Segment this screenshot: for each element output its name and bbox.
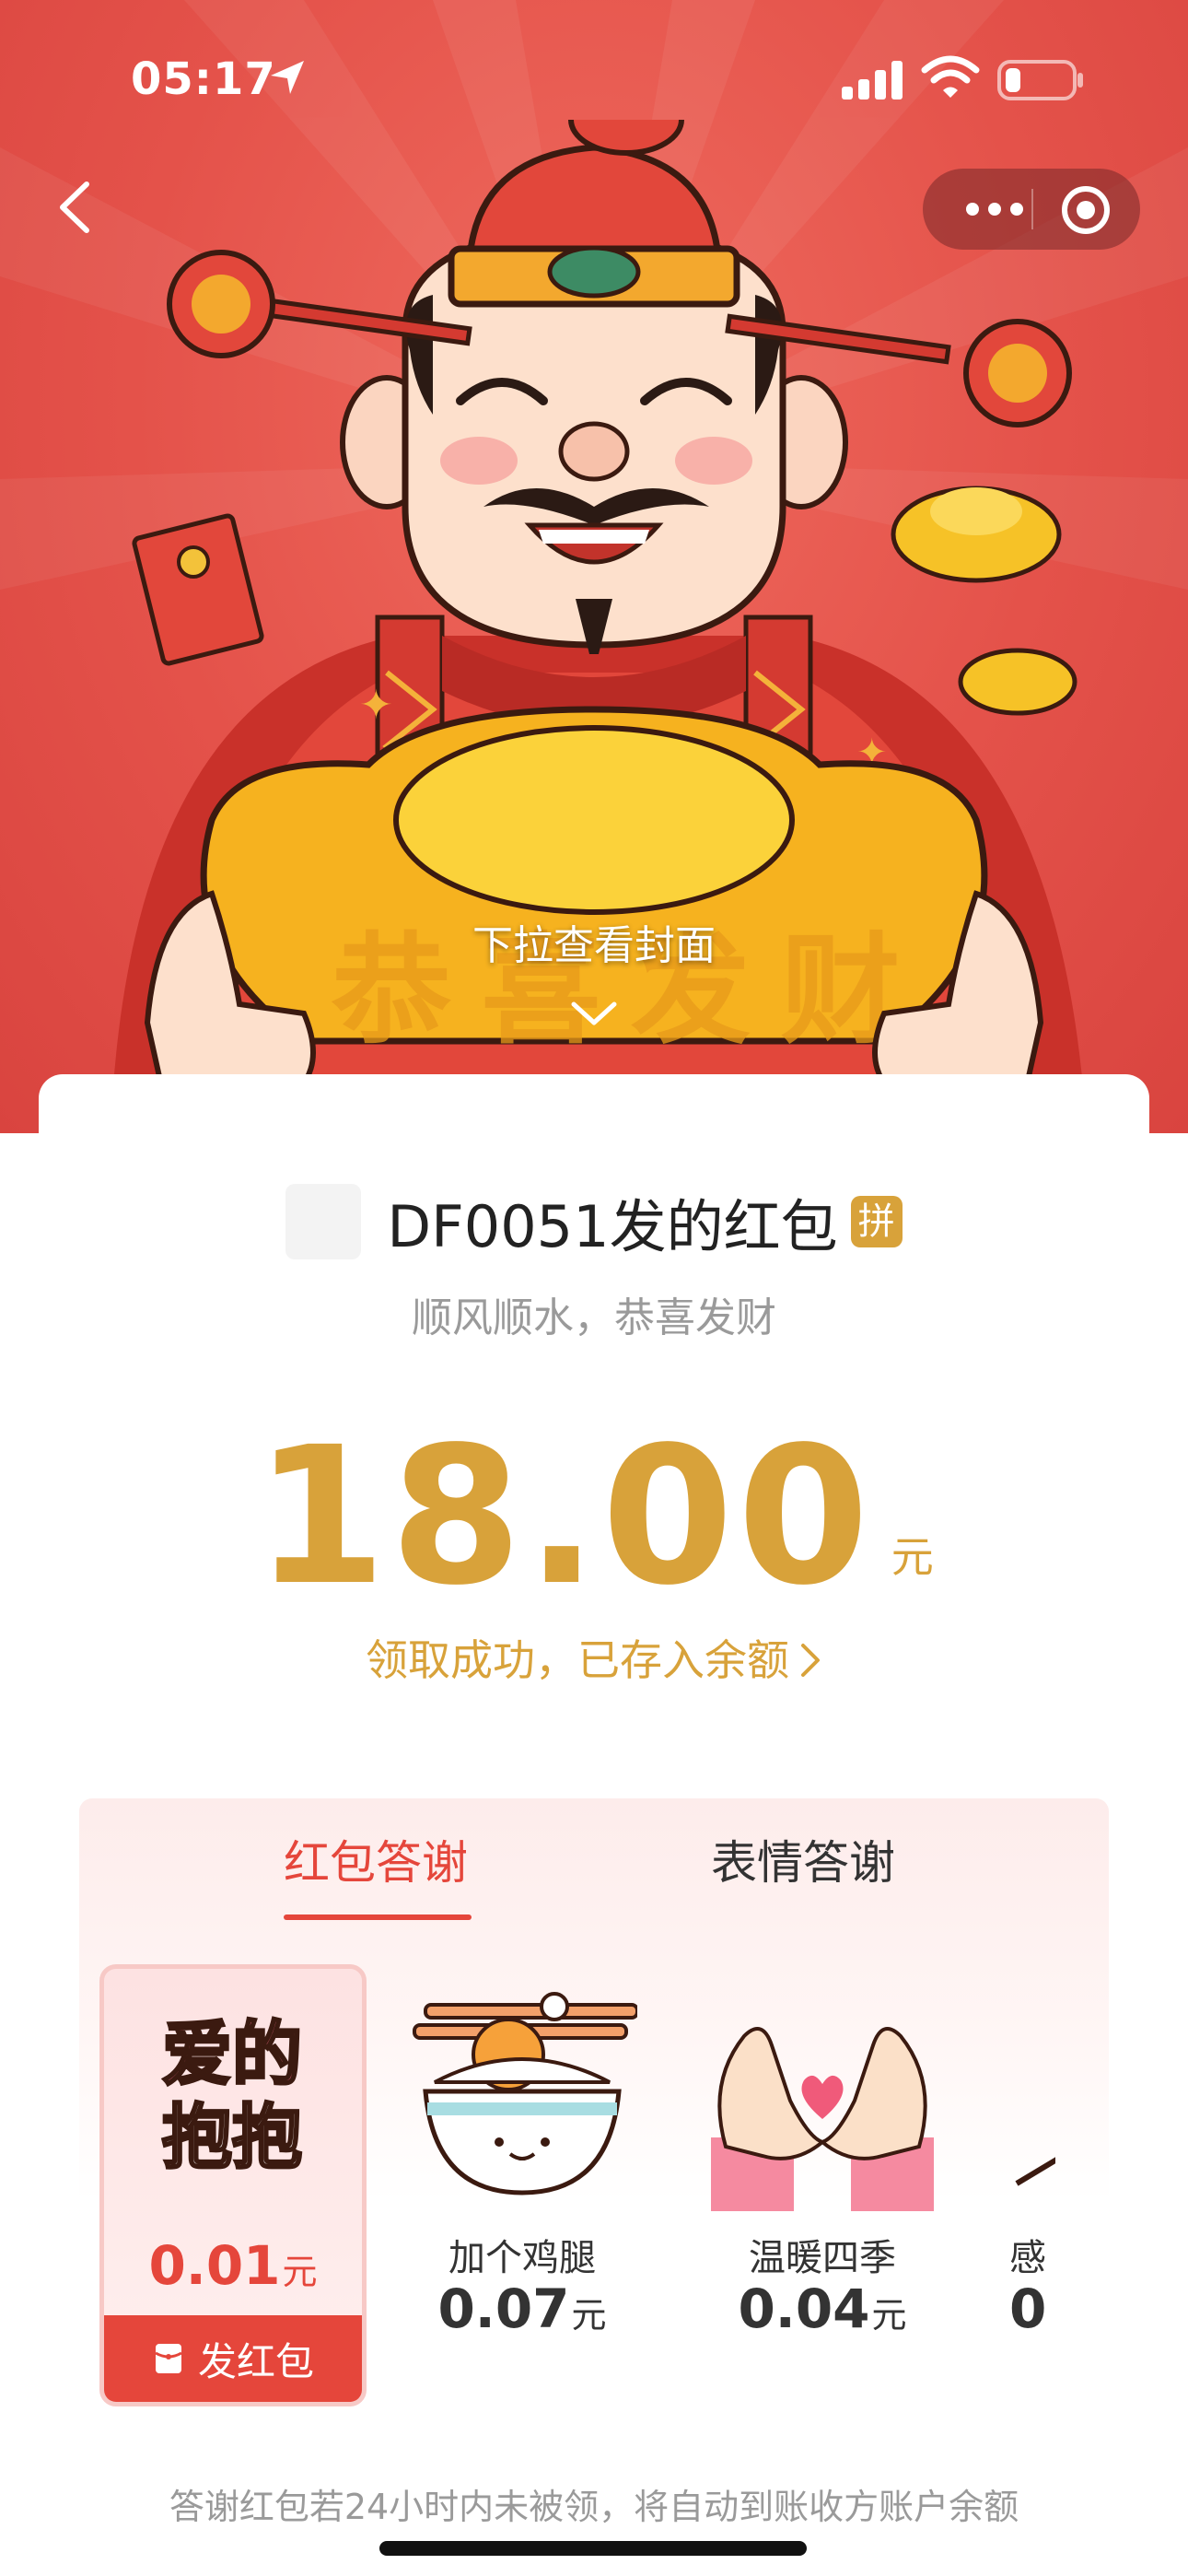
gift-price: 0.07元 — [389, 2277, 656, 2340]
location-arrow-icon — [271, 61, 304, 94]
gift-price: 0.04元 — [689, 2277, 956, 2340]
gift-item-warm-seasons[interactable]: 温暖四季 0.04元 — [689, 1964, 956, 2406]
red-packet-icon — [155, 2344, 182, 2373]
gift-name: 温暖四季 — [749, 2237, 896, 2279]
gift-price-value: 0.01 — [148, 2234, 281, 2297]
red-packet-detail-card: DF0051发的红包 拼 顺风顺水，恭喜发财 18.00 元 领取成功，已存入余… — [39, 1074, 1149, 2558]
gift-item-partial[interactable]: 感 0 — [989, 1964, 1055, 2406]
gift-item-hug[interactable]: 爱的 抱抱 0.01元 发红包 — [99, 1964, 367, 2406]
partial-gift-art — [1015, 2157, 1055, 2186]
mini-program-capsule — [923, 169, 1140, 250]
chevron-down-icon — [571, 1001, 617, 1025]
received-status-link[interactable]: 领取成功，已存入余额 — [39, 1627, 1149, 1688]
gift-price-value: 0.07 — [437, 2277, 570, 2340]
tab-emoji-thanks[interactable]: 表情答谢 — [711, 1826, 895, 1900]
gift-price-value: 0 — [1009, 2277, 1047, 2340]
received-status-text: 领取成功，已存入余额 — [366, 1635, 789, 1685]
send-red-packet-label: 发红包 — [197, 2338, 314, 2384]
avatar[interactable] — [285, 1184, 362, 1259]
capsule-divider — [1031, 189, 1033, 229]
cellular-signal-icon — [842, 61, 903, 100]
home-indicator[interactable] — [379, 2541, 807, 2556]
battery-icon — [997, 60, 1083, 100]
hug-art-line-2: 抱抱 — [162, 2099, 302, 2177]
tab-red-packet-thanks[interactable]: 红包答谢 — [284, 1826, 468, 1900]
send-red-packet-button[interactable]: 发红包 — [104, 2315, 362, 2402]
sender-name: DF0051发的红包 — [387, 1193, 838, 1260]
wifi-icon — [921, 55, 980, 98]
back-arrow-icon[interactable] — [48, 175, 103, 240]
gift-price: 0.01元 — [104, 2234, 362, 2297]
hug-sticker-art: 爱的 抱抱 — [161, 2015, 304, 2179]
blessing-text: 顺风顺水，恭喜发财 — [412, 1294, 776, 1341]
chevron-right-icon — [801, 1644, 820, 1677]
god-of-wealth-illustration: ✦ ✦ 恭 喜 发 财 — [111, 120, 1087, 1133]
more-dots-icon[interactable] — [958, 193, 1031, 226]
thanks-note: 答谢红包若24小时内未被领，将自动到账收方账户余额 — [169, 2487, 1019, 2527]
heart-hands-art — [711, 2027, 934, 2211]
status-bar: 05:17 — [0, 0, 1188, 157]
gift-name: 加个鸡腿 — [448, 2237, 596, 2279]
gift-price: 0 — [989, 2277, 1055, 2340]
gift-list[interactable]: 爱的 抱抱 0.01元 发红包 加个鸡腿 0.07元 温暖四季 0.04元 感 … — [79, 1964, 1055, 2443]
hug-art-line-1: 爱的 — [162, 2016, 302, 2094]
gift-item-drumstick[interactable]: 加个鸡腿 0.07元 — [389, 1964, 656, 2406]
svg-text:✦: ✦ — [359, 682, 393, 729]
gift-price-unit: 元 — [571, 2295, 607, 2336]
sender-row: DF0051发的红包 拼 — [39, 1176, 1149, 1268]
gift-name: 感 — [1009, 2237, 1046, 2279]
gift-price-unit: 元 — [282, 2252, 318, 2292]
drumstick-bowl-art — [413, 1992, 637, 2195]
gift-price-value: 0.04 — [738, 2277, 870, 2340]
amount-unit: 元 — [891, 1532, 934, 1582]
pull-down-hint: 下拉查看封面 — [472, 922, 716, 969]
status-time: 05:17 — [131, 53, 276, 105]
gift-price-unit: 元 — [871, 2295, 907, 2336]
amount-row: 18.00 元 — [39, 1406, 1149, 1627]
thanks-panel: 红包答谢 表情答谢 爱的 抱抱 0.01元 发红包 加个鸡腿 0.07元 温暖四… — [79, 1798, 1109, 2471]
amount-value: 18.00 — [254, 1406, 873, 1627]
active-tab-indicator — [284, 1914, 472, 1920]
group-packet-badge: 拼 — [850, 1196, 903, 1247]
close-target-icon[interactable] — [1059, 183, 1112, 237]
